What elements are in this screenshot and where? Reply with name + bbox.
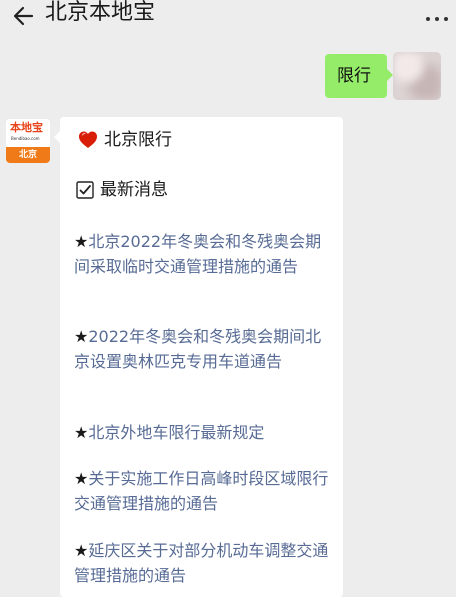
- news-link-text: 关于实施工作日高峰时段区域限行交通管理措施的通告: [74, 469, 329, 513]
- checkbox-icon: [76, 181, 94, 199]
- news-link-2[interactable]: ★2022年冬奥会和冬残奥会期间北京设置奥林匹克专用车道通告: [74, 324, 332, 374]
- news-link-text: 北京外地车限行最新规定: [88, 423, 265, 442]
- news-link-text: 2022年冬奥会和冬残奥会期间北京设置奥林匹克专用车道通告: [74, 327, 322, 371]
- incoming-message-bubble: 北京限行 最新消息 ★北京2022年冬奥会和冬残奥会期间采取临时交通管理措施的通…: [54, 117, 343, 597]
- logo-text: 本地宝: [10, 121, 43, 134]
- news-link-text: 延庆区关于对部分机动车调整交通管理措施的通告: [74, 541, 329, 585]
- logo-city: 北京: [18, 150, 37, 160]
- news-link-4[interactable]: ★关于实施工作日高峰时段区域限行交通管理措施的通告: [74, 466, 332, 516]
- logo-url: Bendibao.com: [11, 136, 40, 141]
- news-link-text: 北京2022年冬奥会和冬残奥会期间采取临时交通管理措施的通告: [74, 232, 322, 276]
- back-arrow-icon[interactable]: [10, 2, 40, 30]
- star-icon: ★: [74, 327, 89, 346]
- chat-title: 北京本地宝: [45, 0, 156, 25]
- star-icon: ★: [74, 423, 89, 442]
- my-avatar[interactable]: [393, 52, 441, 100]
- star-icon: ★: [74, 541, 89, 560]
- news-link-5[interactable]: ★延庆区关于对部分机动车调整交通管理措施的通告: [74, 538, 332, 588]
- outgoing-message-text: 限行: [337, 66, 371, 86]
- top-bar: 北京本地宝: [0, 0, 456, 44]
- reply-section-text: 最新消息: [100, 180, 168, 200]
- heart-icon: [79, 131, 97, 148]
- news-link-3[interactable]: ★北京外地车限行最新规定: [74, 420, 332, 445]
- outgoing-message-bubble[interactable]: 限行: [325, 54, 393, 98]
- news-link-1[interactable]: ★北京2022年冬奥会和冬残奥会期间采取临时交通管理措施的通告: [74, 229, 332, 279]
- reply-heading-text: 北京限行: [104, 130, 172, 150]
- bot-avatar[interactable]: 本地宝 Bendibao.com 北京: [6, 119, 50, 163]
- star-icon: ★: [74, 469, 89, 488]
- star-icon: ★: [74, 232, 89, 251]
- more-dots-icon[interactable]: [424, 14, 450, 24]
